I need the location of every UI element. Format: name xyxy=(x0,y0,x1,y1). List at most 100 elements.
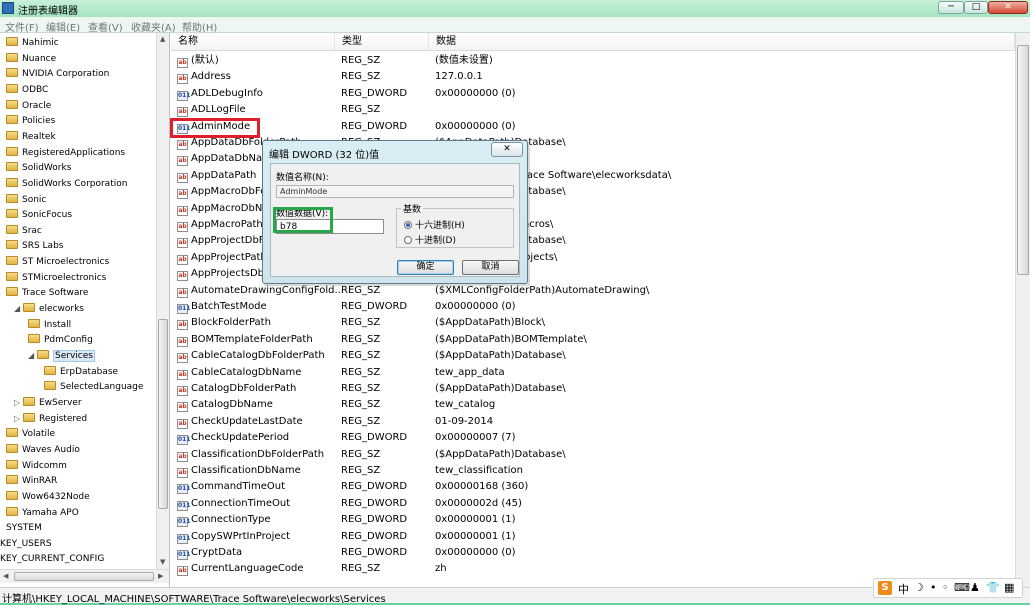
tree-item[interactable]: Realtek xyxy=(6,129,56,144)
tree-item[interactable]: SRS Labs xyxy=(6,238,63,253)
list-vertical-scrollbar[interactable] xyxy=(1015,33,1030,587)
scroll-down-arrow-icon[interactable]: ▼ xyxy=(160,558,165,566)
table-row[interactable]: 011CopySWPrtInProject REG_DWORD 0x00000001… xyxy=(171,529,1015,545)
table-row[interactable]: ab CableCatalogDbName REG_SZ tew_app_data xyxy=(171,365,1015,381)
table-row[interactable]: 011AdminMode REG_DWORD 0x00000000 (0) xyxy=(171,119,1015,135)
tree-item[interactable]: Waves Audio xyxy=(6,442,80,457)
table-row[interactable]: 011BatchTestMode REG_DWORD 0x00000000 (0) xyxy=(171,299,1015,315)
keyboard-icon[interactable]: ⌨ xyxy=(954,581,970,594)
table-row[interactable]: ab CurrentLanguageCode REG_SZ zh xyxy=(171,561,1015,577)
radio-selected-icon[interactable] xyxy=(404,221,412,229)
punctuation-icon[interactable]: ◦ xyxy=(942,581,949,594)
value-list[interactable]: 名称 类型 数据 ab (默认) REG_SZ (数值未设置) ab Address REG… xyxy=(171,33,1015,587)
dot-icon[interactable]: • xyxy=(930,581,937,594)
tree-item[interactable]: RegisteredApplications xyxy=(6,145,125,160)
registry-tree[interactable]: Nahimic Nuance NVIDIA Corporation ODBC Oracl… xyxy=(0,33,170,587)
scroll-right-arrow-icon[interactable]: ▶ xyxy=(158,572,163,580)
tree-item[interactable]: Policies xyxy=(6,113,55,128)
table-row[interactable]: 011ConnectionType REG_DWORD 0x00000001 (1) xyxy=(171,512,1015,528)
expand-arrow-icon[interactable]: ◢ xyxy=(14,301,23,316)
title-bar[interactable]: 注册表编辑器 ─ □ ✕ xyxy=(0,0,1030,17)
table-row[interactable]: 011ConnectionTimeOut REG_DWORD 0x0000002d … xyxy=(171,496,1015,512)
cancel-button[interactable]: 取消 xyxy=(462,260,519,275)
table-row[interactable]: 011ADLDebugInfo REG_DWORD 0x00000000 (0) xyxy=(171,86,1015,102)
table-row[interactable]: ab ADLLogFile REG_SZ xyxy=(171,102,1015,118)
tree-horizontal-scrollbar[interactable]: ◀ ▶ xyxy=(0,569,169,583)
expand-arrow-icon[interactable]: ▷ xyxy=(14,411,23,426)
table-row[interactable]: ab (默认) REG_SZ (数值未设置) xyxy=(171,53,1015,69)
tree-item[interactable]: ▷ EwServer xyxy=(14,395,82,410)
tree-item[interactable]: Trace Software xyxy=(6,285,88,300)
tree-item[interactable]: SolidWorks xyxy=(6,160,71,175)
radio-dec[interactable]: 十进制(D) xyxy=(404,233,456,246)
tree-item[interactable]: Widcomm xyxy=(6,458,67,473)
table-row[interactable]: ab CatalogDbFolderPath REG_SZ ($AppDataPath… xyxy=(171,381,1015,397)
close-button[interactable]: ✕ xyxy=(988,1,1028,14)
sogou-logo-icon[interactable]: S xyxy=(878,581,892,595)
column-header-data[interactable]: 数据 xyxy=(429,33,1015,51)
menu-file[interactable]: 文件(F) xyxy=(5,19,39,34)
table-row[interactable]: ab ClassificationDbName REG_SZ tew_classifi… xyxy=(171,463,1015,479)
list-scroll-thumb[interactable] xyxy=(1017,45,1029,275)
tree-item[interactable]: NVIDIA Corporation xyxy=(6,66,109,81)
tree-item[interactable]: Nuance xyxy=(6,51,56,66)
tree-item[interactable]: ST Microelectronics xyxy=(6,254,109,269)
tree-item[interactable]: ▷ Registered xyxy=(14,411,87,426)
tree-scroll-thumb[interactable] xyxy=(158,319,168,509)
chinese-mode-icon[interactable]: 中 xyxy=(898,581,909,597)
tree-item[interactable]: SelectedLanguage xyxy=(44,379,143,394)
maximize-button[interactable]: □ xyxy=(964,1,988,14)
tree-item[interactable]: Volatile xyxy=(6,426,55,441)
tree-item[interactable]: Srac xyxy=(6,223,42,238)
skin-icon[interactable]: 👕 xyxy=(986,581,1000,594)
table-row[interactable]: 011CheckUpdatePeriod REG_DWORD 0x00000007 … xyxy=(171,430,1015,446)
tree-item[interactable]: SonicFocus xyxy=(6,207,72,222)
tree-item[interactable]: STMicroelectronics xyxy=(6,270,106,285)
ime-toolbar[interactable]: S 中 ☽ • ◦ ⌨ ♟ 👕 ▦ xyxy=(873,578,1023,598)
tree-vertical-scrollbar[interactable]: ▲ ▼ xyxy=(156,33,169,569)
tree-item[interactable]: Oracle xyxy=(6,98,51,113)
tree-item[interactable]: ErpDatabase xyxy=(44,364,118,379)
table-row[interactable]: ab CatalogDbName REG_SZ tew_catalog xyxy=(171,397,1015,413)
tree-item[interactable]: Yamaha APO xyxy=(6,505,79,520)
table-row[interactable]: ab CheckUpdateLastDate REG_SZ 01-09-2014 xyxy=(171,414,1015,430)
tree-item[interactable]: ◢ elecworks xyxy=(14,301,84,316)
grid-icon[interactable]: ▦ xyxy=(1004,581,1014,594)
tree-item[interactable]: KEY_USERS xyxy=(0,536,52,551)
moon-icon[interactable]: ☽ xyxy=(914,581,924,594)
table-row[interactable]: ab CableCatalogDbFolderPath REG_SZ ($AppDat… xyxy=(171,348,1015,364)
tree-hscroll-thumb[interactable] xyxy=(14,572,154,581)
tree-item[interactable]: ODBC xyxy=(6,82,48,97)
table-row[interactable]: 011CryptData REG_DWORD 0x00000000 (0) xyxy=(171,545,1015,561)
menu-help[interactable]: 帮助(H) xyxy=(182,19,217,34)
menu-view[interactable]: 查看(V) xyxy=(88,19,123,34)
ok-button[interactable]: 确定 xyxy=(397,260,454,275)
tree-item[interactable]: WinRAR xyxy=(6,473,57,488)
table-row[interactable]: ab ClassificationDbFolderPath REG_SZ ($AppD… xyxy=(171,447,1015,463)
tree-item[interactable]: PdmConfig xyxy=(28,332,93,347)
tree-item[interactable]: ◢ Services xyxy=(28,348,95,363)
tree-item[interactable]: KEY_CURRENT_CONFIG xyxy=(0,551,104,566)
tree-item[interactable]: SYSTEM xyxy=(6,520,42,535)
scroll-left-arrow-icon[interactable]: ◀ xyxy=(3,572,8,580)
expand-arrow-icon[interactable]: ▷ xyxy=(14,395,23,410)
tree-item[interactable]: Nahimic xyxy=(6,35,59,50)
table-row[interactable]: ab Address REG_SZ 127.0.0.1 xyxy=(171,69,1015,85)
menu-favorites[interactable]: 收藏夹(A) xyxy=(131,19,176,34)
user-icon[interactable]: ♟ xyxy=(970,581,980,594)
tree-item[interactable]: SolidWorks Corporation xyxy=(6,176,127,191)
table-row[interactable]: ab BlockFolderPath REG_SZ ($AppDataPath)Blo… xyxy=(171,315,1015,331)
table-row[interactable]: 011CommandTimeOut REG_DWORD 0x00000168 (36… xyxy=(171,479,1015,495)
menu-edit[interactable]: 编辑(E) xyxy=(46,19,80,34)
column-header-type[interactable]: 类型 xyxy=(335,33,429,51)
tree-item[interactable]: Wow6432Node xyxy=(6,489,90,504)
scroll-up-arrow-icon[interactable]: ▲ xyxy=(160,35,165,43)
expand-arrow-icon[interactable]: ◢ xyxy=(28,348,37,363)
radio-unselected-icon[interactable] xyxy=(404,236,412,244)
table-row[interactable]: ab BOMTemplateFolderPath REG_SZ ($AppDataPa… xyxy=(171,332,1015,348)
tree-item[interactable]: Sonic xyxy=(6,192,46,207)
tree-item[interactable]: Install xyxy=(28,317,71,332)
radio-hex[interactable]: 十六进制(H) xyxy=(404,218,465,231)
minimize-button[interactable]: ─ xyxy=(938,1,964,14)
dialog-close-button[interactable]: ✕ xyxy=(491,142,523,157)
